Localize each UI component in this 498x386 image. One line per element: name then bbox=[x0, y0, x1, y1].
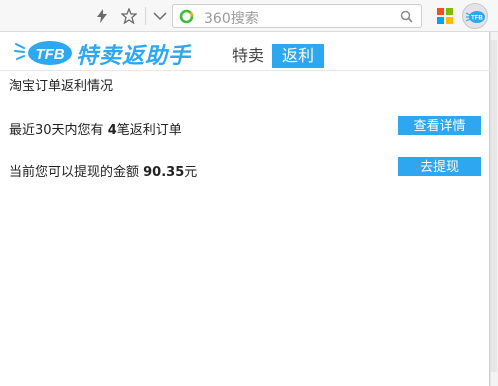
windows-logo-icon[interactable] bbox=[437, 8, 453, 24]
tfb-badge-text: TFB bbox=[471, 16, 483, 22]
brand-name: 特卖返助手 bbox=[76, 44, 192, 69]
toolbar-divider bbox=[145, 7, 146, 25]
orders-count: 4 bbox=[107, 123, 117, 138]
tfb-extension-button[interactable]: TFB bbox=[462, 3, 488, 29]
chevron-down-icon[interactable] bbox=[150, 6, 170, 26]
view-details-button[interactable]: 查看详情 bbox=[398, 116, 481, 135]
orders-suffix: 笔返利订单 bbox=[116, 123, 182, 138]
360-search-logo-icon bbox=[179, 9, 194, 24]
search-icon[interactable] bbox=[400, 10, 413, 23]
balance-amount: 90.35 bbox=[143, 165, 185, 180]
balance-suffix: 元 bbox=[184, 165, 198, 180]
orders-prefix: 最近30天内您有 bbox=[9, 123, 108, 138]
tfb-logo-icon: TFB bbox=[14, 41, 72, 65]
tab-special-sale[interactable]: 特卖 bbox=[228, 44, 268, 68]
search-placeholder: 360搜索 bbox=[204, 11, 259, 27]
balance-prefix: 当前您可以提现的金额 bbox=[9, 165, 144, 180]
logo-text: TFB bbox=[35, 46, 64, 63]
header-divider bbox=[0, 70, 490, 71]
withdraw-button[interactable]: 去提现 bbox=[398, 157, 481, 176]
tfb-extension-icon: TFB bbox=[465, 11, 485, 23]
scrollbar-thumb[interactable] bbox=[491, 40, 497, 372]
orders-summary: 最近30天内您有 4笔返利订单 bbox=[9, 119, 182, 138]
lightning-icon[interactable] bbox=[92, 6, 112, 26]
star-icon[interactable] bbox=[119, 6, 139, 26]
section-title: 淘宝订单返利情况 bbox=[9, 79, 114, 94]
search-input[interactable]: 360搜索 bbox=[172, 4, 422, 28]
browser-toolbar: 360搜索 TFB bbox=[0, 0, 498, 32]
tab-rebate[interactable]: 返利 bbox=[272, 44, 324, 68]
balance-summary: 当前您可以提现的金额 90.35元 bbox=[9, 161, 197, 180]
